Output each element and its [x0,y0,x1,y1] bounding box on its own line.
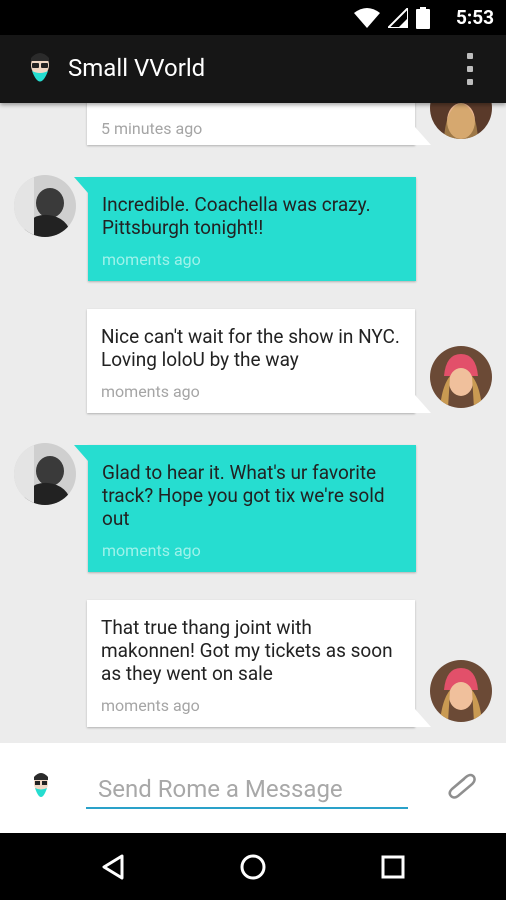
message-list[interactable]: 5 minutes ago Incredible. Coachella was … [0,103,506,743]
message-bubble-incoming: Glad to hear it. What's ur favorite trac… [74,445,416,572]
message-bubble-outgoing: That true thang joint with makonnen! Got… [87,600,431,727]
message-time: moments ago [102,250,201,269]
message-bubble-outgoing: 5 minutes ago [87,103,431,145]
avatar-artist[interactable] [14,443,76,505]
battery-icon [416,7,430,29]
attach-icon[interactable] [446,773,476,799]
message-text: Incredible. Coachella was crazy. Pittsbu… [102,193,371,239]
message-bubble-outgoing: Nice can't wait for the show in NYC. Lov… [87,309,431,413]
recents-icon[interactable] [373,850,413,884]
app-title: Small VVorld [68,54,206,82]
signal-icon [388,8,408,28]
message-time: moments ago [102,541,201,560]
avatar-rome[interactable] [430,346,492,408]
message-input[interactable] [86,771,408,809]
message-time: moments ago [101,696,200,715]
avatar-rome[interactable] [430,103,492,139]
navigation-bar [0,833,506,900]
message-text: Glad to hear it. What's ur favorite trac… [102,461,385,530]
status-time: 5:53 [455,6,494,29]
avatar-artist[interactable] [14,175,76,237]
status-icons [354,7,430,29]
user-avatar-icon[interactable] [26,770,56,804]
message-time: 5 minutes ago [101,119,203,138]
home-icon[interactable] [233,850,273,884]
wifi-icon [354,8,380,28]
overflow-menu-icon[interactable] [464,53,476,85]
message-bubble-incoming: Incredible. Coachella was crazy. Pittsbu… [74,177,416,281]
back-icon[interactable] [93,850,133,884]
compose-bar [0,743,506,833]
status-bar: 5:53 [0,0,506,35]
message-text: Nice can't wait for the show in NYC. Lov… [101,325,400,371]
app-logo-icon [31,53,49,82]
message-time: moments ago [101,382,200,401]
avatar-rome[interactable] [430,660,492,722]
app-bar: Small VVorld [0,35,506,103]
message-text: That true thang joint with makonnen! Got… [101,616,393,685]
